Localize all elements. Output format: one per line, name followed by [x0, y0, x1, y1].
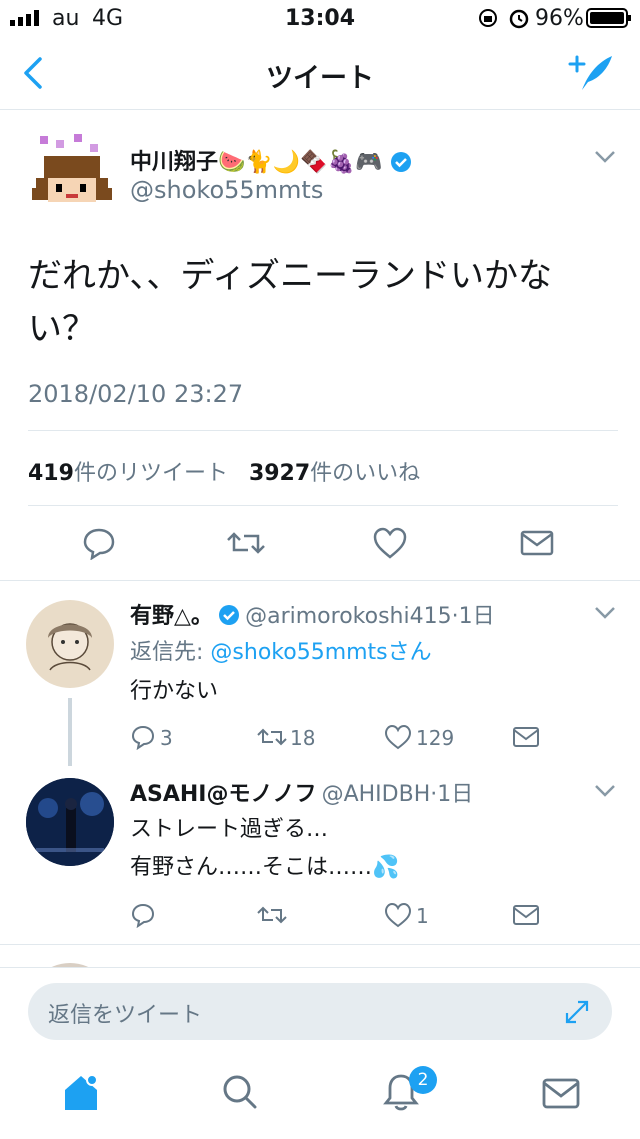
divider [0, 580, 640, 581]
share-dm-icon[interactable] [512, 726, 540, 748]
page-title: ツイート [266, 63, 374, 94]
composer-placeholder: 返信をツイート [48, 1003, 203, 1028]
reply-time: ·1日 [451, 604, 495, 629]
battery-icon [586, 8, 631, 28]
reply-icon[interactable] [82, 526, 116, 560]
reply-author-handle[interactable]: @AHIDBH [322, 782, 431, 807]
retweet-icon[interactable] [226, 528, 266, 558]
avatar[interactable] [30, 132, 114, 216]
like-stat[interactable]: 3927件のいいね [249, 461, 420, 486]
like-count: 1 [416, 904, 429, 928]
rotation-lock-icon [479, 9, 497, 27]
reply-text: 行かない [130, 679, 219, 704]
retweet-count: 18 [290, 726, 316, 750]
compose-tweet-icon[interactable] [568, 52, 616, 94]
chevron-down-icon[interactable] [594, 784, 616, 798]
nav-bar: ツイート [0, 36, 640, 110]
reply-author-name[interactable]: 有野△。 [130, 604, 213, 629]
next-reply-cutoff [0, 945, 640, 967]
reply-count: 3 [160, 726, 173, 750]
reply-composer[interactable]: 返信をツイート [28, 983, 612, 1040]
battery-percent: 96% [535, 6, 584, 31]
tweet-timestamp: 2018/02/10 23:27 [28, 380, 244, 408]
reply-time: ·1日 [430, 782, 474, 807]
chevron-down-icon[interactable] [594, 606, 616, 620]
messages-icon[interactable] [542, 1078, 580, 1110]
reply-avatar[interactable] [26, 778, 114, 866]
retweet-icon[interactable] [256, 904, 288, 926]
reply-author-name[interactable]: ASAHI@モノノフ [130, 782, 317, 807]
tweet-text: だれか、、ディズニーランドいかない？ [28, 256, 552, 349]
like-heart-icon[interactable] [384, 724, 412, 750]
engagement-stats: 419件のリツイート 3927件のいいね [28, 455, 420, 487]
sketch-avatar-image [48, 623, 92, 671]
like-count: 129 [416, 726, 455, 750]
verified-badge-icon [219, 605, 240, 625]
search-icon[interactable] [222, 1074, 258, 1110]
chevron-down-icon[interactable] [594, 150, 616, 164]
notifications-badge: 2 [409, 1066, 437, 1094]
tab-bar [0, 1050, 640, 1138]
reply-header: 有野△。 @arimorokoshi415·1日 [130, 598, 495, 630]
reply-icon[interactable] [130, 902, 156, 928]
retweet-stat[interactable]: 419件のリツイート [28, 461, 228, 486]
expand-icon[interactable] [564, 999, 590, 1025]
reply-author-handle[interactable]: @arimorokoshi415 [245, 604, 451, 629]
reply-header: ASAHI@モノノフ @AHIDBH·1日 [130, 776, 473, 808]
reply-to-handle-link[interactable]: @shoko55mmtsさん [210, 640, 431, 665]
thread-line [68, 698, 72, 766]
reply-to-line: 返信先: @shoko55mmtsさん [130, 640, 432, 665]
divider [28, 505, 618, 506]
retweet-icon[interactable] [256, 726, 288, 748]
like-heart-icon[interactable] [384, 902, 412, 928]
author-name[interactable]: 中川翔子🍉🐈🌙🍫🍇🎮 [130, 144, 412, 176]
reply-text: 有野さん……そこは……💦 [130, 855, 400, 880]
reply-icon[interactable] [130, 724, 156, 750]
reply-avatar[interactable] [26, 600, 114, 688]
home-icon[interactable] [62, 1072, 100, 1112]
concert-photo-avatar-image [26, 778, 114, 866]
share-dm-icon[interactable] [512, 904, 540, 926]
reply-text: ストレート過ぎる… [130, 817, 329, 842]
status-bar: au 4G 13:04 96% [0, 0, 640, 36]
pixel-art-avatar-image [32, 134, 112, 202]
like-heart-icon[interactable] [372, 526, 408, 560]
alarm-icon [509, 9, 529, 29]
share-dm-icon[interactable] [520, 530, 554, 556]
verified-badge-icon [391, 152, 412, 172]
author-handle[interactable]: @shoko55mmts [130, 176, 323, 204]
divider [28, 430, 618, 431]
